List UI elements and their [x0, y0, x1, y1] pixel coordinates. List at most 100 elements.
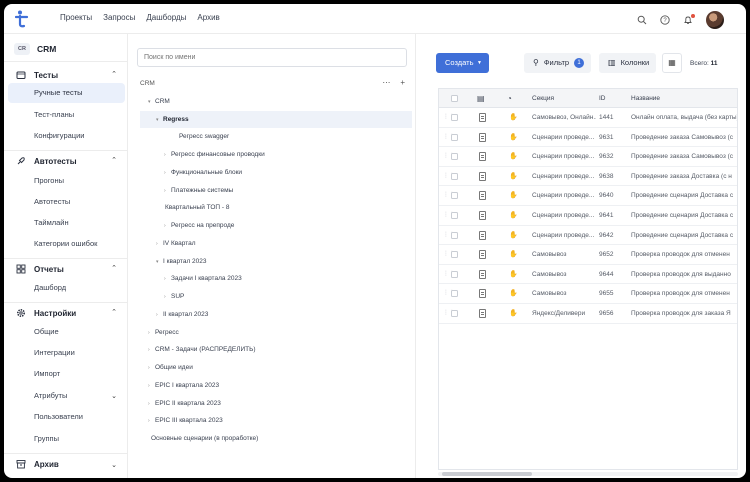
cell-name[interactable]: Проведение заказа Доставка (с н [631, 167, 737, 186]
topnav-projects[interactable]: Проекты [60, 13, 92, 22]
table-row[interactable]: ⋮⋮ ✋ Сценарии проведе... 9640 Проведение сце… [439, 186, 737, 206]
logo-icon[interactable] [15, 10, 29, 28]
sidebar-item-groups[interactable]: Группы [8, 429, 125, 449]
column-name[interactable]: Название [631, 89, 660, 108]
cell-name[interactable]: Проверка проводок для отменен [631, 245, 737, 264]
column-id[interactable]: ID [599, 89, 606, 108]
chevron-down-icon[interactable]: ⌄ [111, 392, 117, 400]
row-checkbox[interactable] [451, 212, 458, 219]
sidebar-item-configurations[interactable]: Конфигурации [8, 126, 125, 146]
sidebar-section-settings[interactable]: Настройки [16, 308, 76, 318]
scrollbar-thumb[interactable] [442, 472, 532, 476]
sidebar-item-timeline[interactable]: Таймлайн [8, 213, 125, 233]
row-checkbox[interactable] [451, 270, 458, 278]
status-column-icon[interactable]: ◔ [507, 89, 512, 108]
sidebar-section-reports[interactable]: Отчеты [16, 264, 64, 274]
tree-node[interactable]: › EPIC III квартала 2023 [148, 412, 223, 429]
table-row[interactable]: ⋮⋮ ✋ Самовывоз 9655 Проверка проводок для от… [439, 284, 737, 304]
row-checkbox[interactable] [451, 231, 458, 239]
table-row[interactable]: ⋮⋮ ✋ Сценарии проведе... 9631 Проведение зак… [439, 128, 737, 148]
sidebar-item-error-categories[interactable]: Категории ошибок [8, 234, 125, 254]
tree-node[interactable]: › Регресс на препроде [164, 217, 234, 234]
chevron-up-icon[interactable]: ⌃ [111, 308, 117, 316]
row-checkbox[interactable] [451, 290, 458, 298]
row-checkbox[interactable] [451, 172, 458, 180]
tree-node[interactable]: › Задачи I квартала 2023 [164, 270, 242, 287]
row-checkbox[interactable] [451, 310, 458, 317]
sidebar-section-autotests[interactable]: Автотесты [16, 156, 77, 166]
sidebar-item-runs[interactable]: Прогоны [8, 171, 125, 191]
cell-name[interactable]: Проверка проводок для заказа Я [631, 304, 737, 323]
cell-name[interactable]: Проверка проводок для отменен [631, 284, 737, 303]
tree-node[interactable]: › SUP [164, 288, 184, 305]
horizontal-scrollbar[interactable] [438, 472, 738, 476]
sidebar-item-general[interactable]: Общие [8, 322, 125, 342]
chevron-up-icon[interactable]: ⌃ [111, 156, 117, 164]
tree-node[interactable]: ▾ CRM [148, 93, 170, 110]
tree-node[interactable]: › EPIC II квартала 2023 [148, 395, 221, 412]
row-checkbox[interactable] [451, 192, 458, 200]
row-checkbox[interactable] [451, 114, 458, 121]
calendar-button[interactable]: ▦ [662, 53, 682, 73]
sidebar-item-manual-tests[interactable]: Ручные тесты [8, 83, 125, 103]
table-row[interactable]: ⋮⋮ ✋ Сценарии проведе... 9641 Проведение сце… [439, 206, 737, 226]
table-row[interactable]: ⋮⋮ ✋ Сценарии проведе... 9632 Проведение зак… [439, 147, 737, 167]
table-row[interactable]: ⋮⋮ ✋ Сценарии проведе... 9638 Проведение зак… [439, 167, 737, 187]
select-all-checkbox[interactable] [451, 95, 458, 102]
sidebar-item-attributes[interactable]: Атрибуты [8, 386, 125, 406]
tree-node[interactable]: Регресс swagger [172, 128, 229, 145]
sidebar-item-autotests[interactable]: Автотесты [8, 192, 125, 212]
topnav-dashboards[interactable]: Дашборды [146, 13, 186, 22]
tree-node[interactable]: › CRM - Задачи (РАСПРЕДЕЛИТЬ) [148, 341, 256, 358]
search-icon[interactable] [637, 15, 647, 25]
cell-name[interactable]: Проверка проводок для выданно [631, 265, 737, 284]
table-row[interactable]: ⋮⋮ ✋ Самовывоз, Онлайн... 1441 Онлайн оплата… [439, 108, 737, 128]
cell-name[interactable]: Проведение сценария Доставка с [631, 226, 737, 245]
sidebar-item-integrations[interactable]: Интеграции [8, 343, 125, 363]
columns-button[interactable]: ▥ Колонки [599, 53, 656, 73]
tree-node[interactable]: › Регресс [148, 324, 179, 341]
row-checkbox[interactable] [451, 251, 458, 259]
tree-node-selected[interactable]: ▾ Regress [140, 111, 412, 128]
tree-node[interactable]: › IV Квартал [156, 235, 196, 252]
tree-node[interactable]: Квартальный ТОП - 8 [158, 199, 229, 216]
sidebar-item-import[interactable]: Импорт [8, 364, 125, 384]
sidebar-item-users[interactable]: Пользователи [8, 407, 125, 427]
sidebar-section-archive[interactable]: Архив [16, 459, 59, 469]
tree-node[interactable]: › Функциональные блоки [164, 164, 242, 181]
tree-node[interactable]: › Общие идеи [148, 359, 193, 376]
notifications-button[interactable] [683, 14, 695, 25]
cell-name[interactable]: Онлайн оплата, выдача (без карты) [631, 108, 737, 127]
tree-node[interactable]: Основные сценарии (в проработке) [144, 430, 258, 447]
column-section[interactable]: Секция [532, 89, 554, 108]
table-row[interactable]: ⋮⋮ ✋ Самовывоз 9652 Проверка проводок для от… [439, 245, 737, 265]
chevron-up-icon[interactable]: ⌃ [111, 264, 117, 272]
row-checkbox[interactable] [451, 133, 458, 141]
help-icon[interactable]: ? [660, 15, 670, 25]
user-avatar[interactable] [706, 11, 724, 29]
tree-node[interactable]: ▾ I квартал 2023 [156, 253, 207, 270]
table-row[interactable]: ⋮⋮ ✋ Яндекс/Деливери 9656 Проверка проводок … [439, 304, 737, 324]
more-icon[interactable]: ⋯ [382, 78, 390, 87]
sidebar-item-test-plans[interactable]: Тест-планы [8, 105, 125, 125]
filter-button[interactable]: ⚲ Фильтр 1 [524, 53, 591, 73]
add-icon[interactable]: + [400, 78, 405, 87]
project-switcher[interactable]: CR CRM [14, 43, 56, 55]
create-button[interactable]: Создать ▼ [436, 53, 489, 73]
cell-name[interactable]: Проведение сценария Доставка с [631, 186, 737, 205]
row-checkbox[interactable] [451, 153, 458, 161]
table-row[interactable]: ⋮⋮ ✋ Сценарии проведе... 9642 Проведение сце… [439, 226, 737, 246]
topnav-requests[interactable]: Запросы [103, 13, 135, 22]
sidebar-item-dashboard[interactable]: Дашборд [8, 278, 125, 298]
chevron-down-icon[interactable]: ⌄ [111, 461, 117, 469]
topnav-archive[interactable]: Архив [197, 13, 219, 22]
tree-node[interactable]: › Регресс финансовые проводки [164, 146, 265, 163]
cell-name[interactable]: Проведение заказа Самовывоз (с [631, 128, 737, 147]
table-row[interactable]: ⋮⋮ ✋ Самовывоз 9644 Проверка проводок для вы… [439, 265, 737, 285]
tree-search-input[interactable] [137, 48, 407, 67]
type-column-icon[interactable]: ▤ [477, 89, 485, 108]
sidebar-section-tests[interactable]: Тесты [16, 70, 58, 80]
tree-node[interactable]: › II квартал 2023 [156, 306, 208, 323]
tree-node[interactable]: › EPIC I квартала 2023 [148, 377, 219, 394]
cell-name[interactable]: Проведение сценария Доставка с [631, 206, 737, 225]
